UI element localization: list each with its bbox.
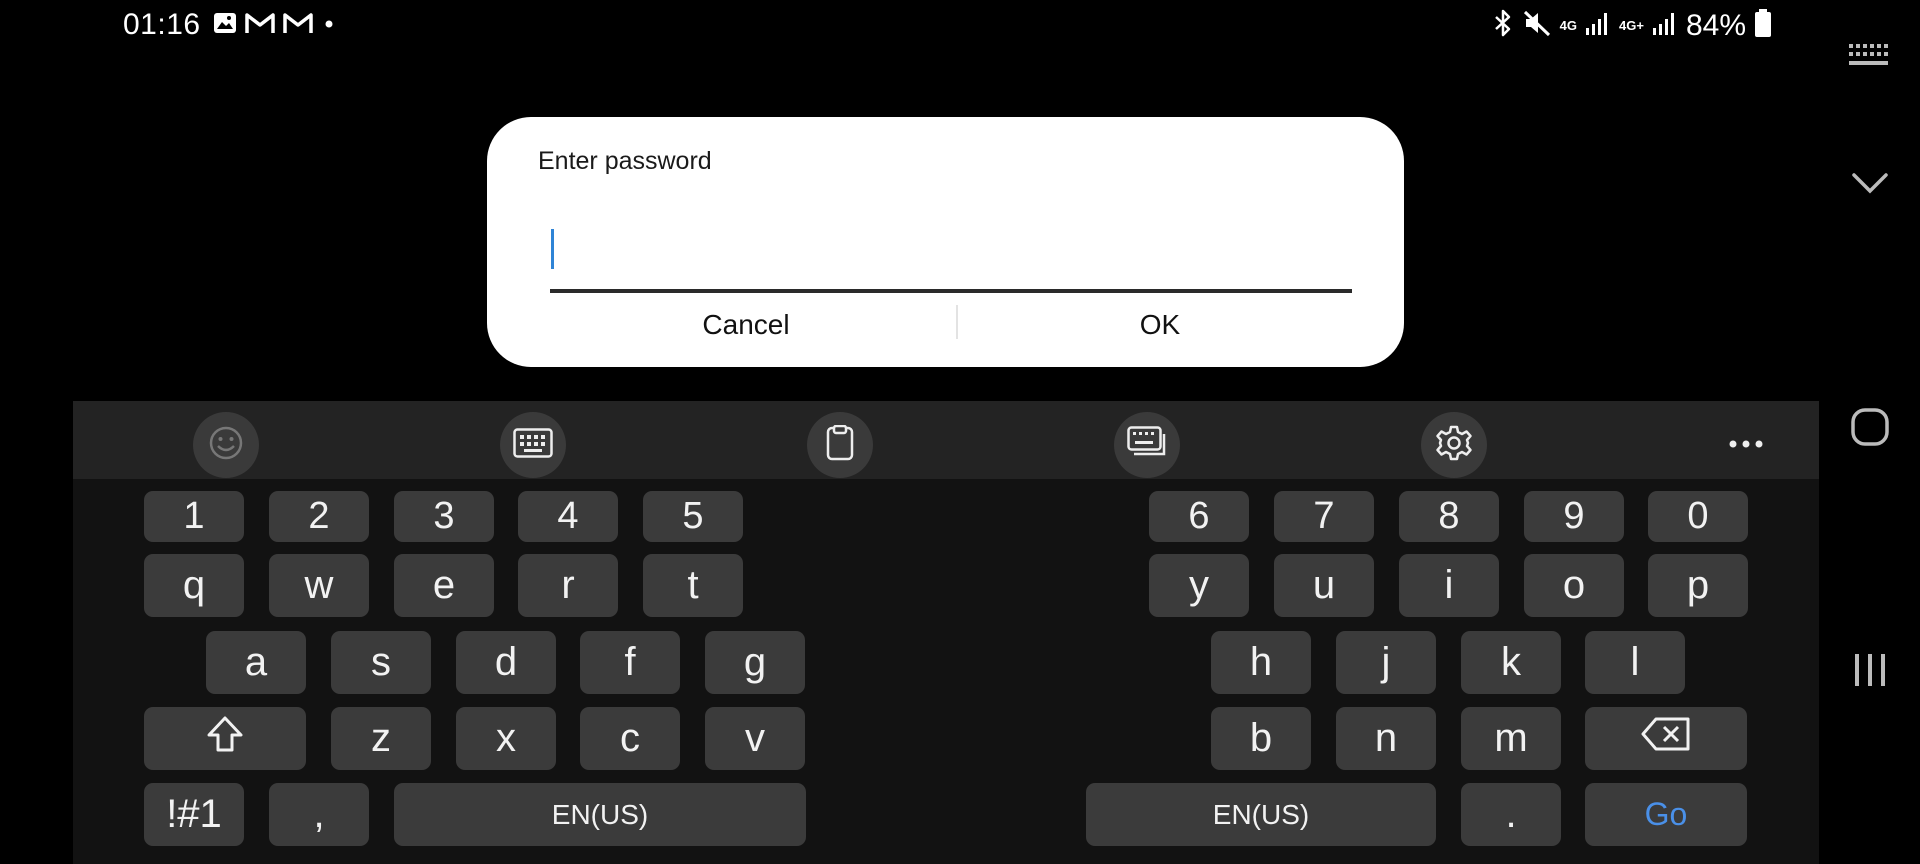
split-keyboard-button[interactable] (1114, 412, 1180, 478)
key-i[interactable]: i (1399, 554, 1499, 617)
key-n[interactable]: n (1336, 707, 1436, 770)
period-key[interactable]: . (1461, 783, 1561, 846)
home-button[interactable] (1840, 399, 1900, 459)
keyboard-icon (513, 427, 553, 463)
key-c[interactable]: c (580, 707, 680, 770)
key-g[interactable]: g (705, 631, 805, 694)
key-3[interactable]: 3 (394, 491, 494, 542)
keyboard-toggle-icon (1847, 42, 1893, 73)
key-6[interactable]: 6 (1149, 491, 1249, 542)
key-4[interactable]: 4 (518, 491, 618, 542)
key-d[interactable]: d (456, 631, 556, 694)
key-5[interactable]: 5 (643, 491, 743, 542)
dialog-title: Enter password (538, 147, 712, 175)
symbols-key[interactable]: !#1 (144, 783, 244, 846)
backspace-icon (1640, 716, 1692, 762)
key-0[interactable]: 0 (1648, 491, 1748, 542)
space-bar-right[interactable]: EN(US) (1086, 783, 1436, 846)
bluetooth-icon (1492, 9, 1514, 42)
mute-icon (1522, 9, 1552, 42)
key-j[interactable]: j (1336, 631, 1436, 694)
key-m[interactable]: m (1461, 707, 1561, 770)
hide-keyboard-button[interactable] (1840, 155, 1900, 215)
backspace-key[interactable] (1585, 707, 1747, 770)
ok-button[interactable]: OK (955, 295, 1365, 355)
network-type-2: 4G+ (1619, 18, 1644, 33)
keyboard: 1 2 3 4 5 6 7 8 9 0 q w e r t y u i o p … (73, 401, 1819, 864)
comma-key[interactable]: , (269, 783, 369, 846)
gallery-icon (213, 11, 237, 40)
signal-4g-plus-icon (1652, 10, 1678, 41)
key-9[interactable]: 9 (1524, 491, 1624, 542)
keyboard-toggle-button[interactable] (1840, 27, 1900, 87)
key-l[interactable]: l (1585, 631, 1685, 694)
key-7[interactable]: 7 (1274, 491, 1374, 542)
key-1[interactable]: 1 (144, 491, 244, 542)
gmail-icon (283, 11, 313, 40)
key-a[interactable]: a (206, 631, 306, 694)
more-options-button[interactable] (1713, 412, 1779, 478)
cancel-button[interactable]: Cancel (541, 295, 951, 355)
system-status-icons: 4G 4G+ 84% (1492, 8, 1772, 43)
key-t[interactable]: t (643, 554, 743, 617)
recents-icon (1853, 652, 1887, 693)
settings-icon (1435, 424, 1473, 467)
battery-percent: 84% (1685, 8, 1746, 42)
clipboard-button[interactable] (807, 412, 873, 478)
battery-icon (1754, 8, 1772, 43)
status-bar: 01:16 4G 4G+ 84% (0, 0, 1920, 50)
password-input[interactable] (550, 211, 1352, 289)
shift-icon (205, 714, 245, 764)
key-8[interactable]: 8 (1399, 491, 1499, 542)
shift-key[interactable] (144, 707, 306, 770)
keyboard-settings-button[interactable] (1421, 412, 1487, 478)
key-p[interactable]: p (1648, 554, 1748, 617)
status-time: 01:16 (123, 8, 201, 41)
home-icon (1850, 407, 1890, 452)
key-y[interactable]: y (1149, 554, 1249, 617)
key-f[interactable]: f (580, 631, 680, 694)
text-cursor (551, 229, 554, 269)
key-s[interactable]: s (331, 631, 431, 694)
notification-icons (213, 11, 337, 40)
key-z[interactable]: z (331, 707, 431, 770)
key-2[interactable]: 2 (269, 491, 369, 542)
more-icon (1728, 436, 1764, 454)
key-b[interactable]: b (1211, 707, 1311, 770)
key-u[interactable]: u (1274, 554, 1374, 617)
key-x[interactable]: x (456, 707, 556, 770)
key-e[interactable]: e (394, 554, 494, 617)
signal-4g-icon (1585, 10, 1611, 41)
navigation-bar (1820, 0, 1920, 864)
key-v[interactable]: v (705, 707, 805, 770)
keyboard-toolbar (73, 401, 1819, 479)
recents-button[interactable] (1840, 642, 1900, 702)
password-field-container (550, 211, 1352, 293)
go-key[interactable]: Go (1585, 783, 1747, 846)
key-o[interactable]: o (1524, 554, 1624, 617)
network-type-1: 4G (1559, 18, 1578, 33)
keyboard-mode-button[interactable] (500, 412, 566, 478)
emoji-icon (208, 425, 244, 466)
clipboard-icon (825, 424, 855, 466)
dot-icon (321, 11, 337, 40)
password-dialog: Enter password Cancel OK (487, 117, 1404, 367)
chevron-down-icon (1850, 171, 1890, 200)
key-w[interactable]: w (269, 554, 369, 617)
key-h[interactable]: h (1211, 631, 1311, 694)
space-bar-left[interactable]: EN(US) (394, 783, 806, 846)
gmail-icon (245, 11, 275, 40)
key-q[interactable]: q (144, 554, 244, 617)
key-k[interactable]: k (1461, 631, 1561, 694)
emoji-button[interactable] (193, 412, 259, 478)
key-r[interactable]: r (518, 554, 618, 617)
split-keyboard-icon (1127, 425, 1167, 465)
